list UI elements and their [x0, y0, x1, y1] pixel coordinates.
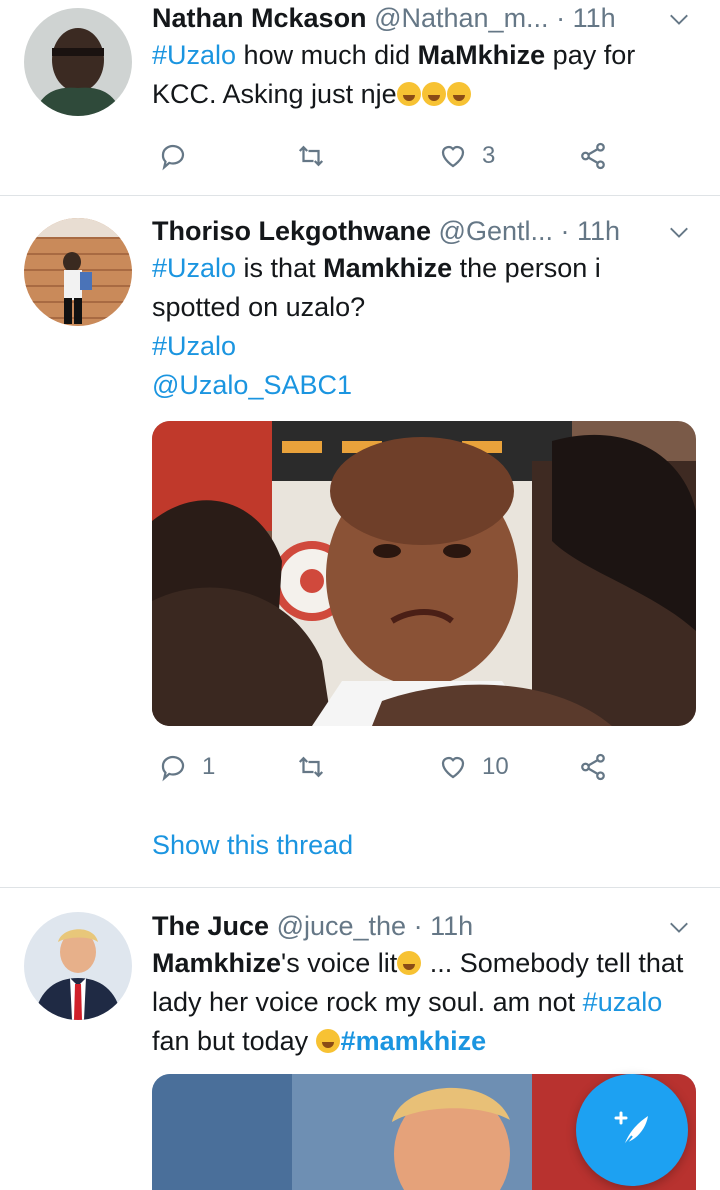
tweet-image[interactable] [152, 421, 696, 726]
heart-icon [441, 145, 465, 168]
tweet-1[interactable]: Nathan Mckason @Nathan_m... · 11h #Uzalo… [0, 0, 720, 196]
hashtag-link[interactable]: #mamkhize [341, 1026, 487, 1056]
retweet-icon [298, 756, 324, 778]
reply-button[interactable]: 1 [158, 747, 215, 787]
share-button[interactable] [578, 747, 608, 787]
reply-count: 1 [202, 753, 216, 780]
tweet-text: Mamkhize's voice lit ... Somebody tell t… [152, 948, 684, 1056]
display-name[interactable]: Thoriso Lekgothwane [152, 216, 431, 246]
hashtag-link[interactable]: #uzalo [583, 987, 663, 1017]
laughing-emoji-icon [421, 82, 446, 106]
like-count: 10 [482, 753, 509, 780]
compose-feather-icon [614, 1111, 648, 1147]
retweet-icon [298, 145, 324, 167]
hashtag-link[interactable]: #Uzalo [152, 253, 236, 283]
like-button[interactable]: 3 [438, 136, 495, 176]
display-name[interactable]: Nathan Mckason [152, 3, 367, 33]
share-button[interactable] [578, 136, 608, 176]
tweet-text: #Uzalo is that Mamkhize the person i spo… [152, 253, 601, 400]
like-button[interactable]: 10 [438, 747, 509, 787]
hashtag-link[interactable]: #Uzalo [152, 331, 236, 361]
retweet-button[interactable] [296, 747, 326, 787]
like-count: 3 [482, 142, 496, 169]
tweet-actions: 3 [152, 136, 696, 176]
laughing-emoji-icon [446, 82, 471, 106]
user-handle[interactable]: @juce_the [277, 911, 407, 941]
heart-icon [441, 756, 465, 779]
user-handle[interactable]: @Nathan_m... [374, 3, 549, 33]
avatar[interactable] [24, 912, 132, 1020]
timestamp[interactable]: · 11h [556, 3, 616, 33]
tweet-text: #Uzalo how much did MaMkhize pay for KCC… [152, 40, 636, 109]
compose-tweet-button[interactable] [576, 1074, 688, 1186]
chevron-down-icon[interactable] [668, 221, 690, 243]
retweet-button[interactable] [296, 136, 326, 176]
timestamp[interactable]: · 11h [561, 216, 621, 246]
hashtag-link[interactable]: #Uzalo [152, 40, 236, 70]
avatar[interactable] [24, 218, 132, 326]
chevron-down-icon[interactable] [668, 8, 690, 30]
reply-icon [161, 144, 185, 171]
timestamp[interactable]: · 11h [414, 911, 474, 941]
show-thread-link[interactable]: Show this thread [152, 830, 353, 861]
reply-button[interactable] [158, 136, 188, 176]
reply-icon [161, 755, 185, 782]
tweet-2[interactable]: Thoriso Lekgothwane @Gentl... · 11h #Uza… [0, 196, 720, 888]
share-icon [581, 142, 605, 170]
tweet-actions: 1 10 [152, 747, 696, 787]
user-handle[interactable]: @Gentl... [439, 216, 553, 246]
tweet-header: Nathan Mckason @Nathan_m... · 11h [152, 0, 696, 36]
yum-emoji-icon [315, 1029, 340, 1053]
tweet-header: Thoriso Lekgothwane @Gentl... · 11h [152, 213, 696, 249]
laughing-emoji-icon [396, 82, 421, 106]
display-name[interactable]: The Juce [152, 911, 269, 941]
ok-hand-emoji-icon [397, 951, 422, 975]
avatar[interactable] [24, 8, 132, 116]
share-icon [581, 753, 605, 781]
tweet-header: The Juce @juce_the · 11h [152, 908, 696, 944]
mention-link[interactable]: @Uzalo_SABC1 [152, 370, 352, 400]
chevron-down-icon[interactable] [668, 916, 690, 938]
